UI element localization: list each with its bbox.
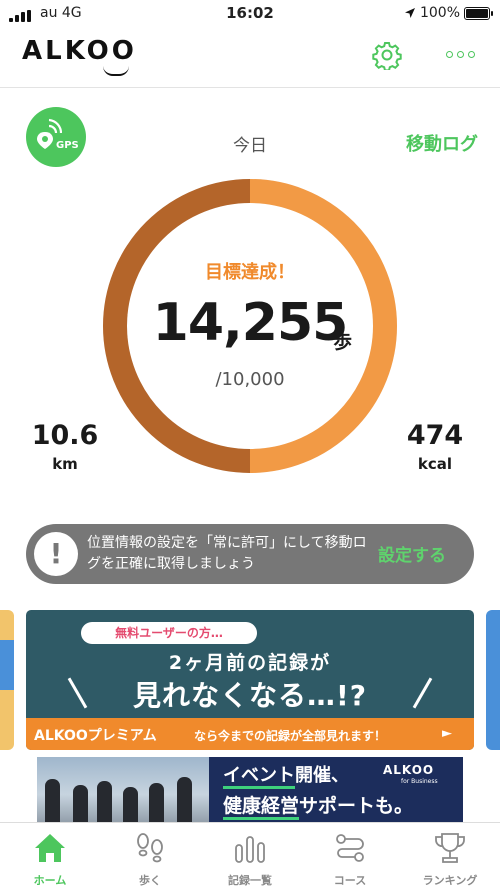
ad-title-2-rest: サポートも。 — [299, 795, 414, 817]
location-arrow-icon — [404, 8, 415, 18]
step-target: /10,000 — [215, 369, 285, 390]
ad-title-2-highlight: 健康経営 — [223, 795, 300, 820]
step-unit: 歩 — [333, 331, 353, 353]
gps-label: GPS — [56, 140, 79, 151]
tab-home[interactable]: ホーム — [0, 823, 100, 889]
bar-chart-icon — [235, 836, 265, 863]
footprints-icon — [137, 833, 163, 863]
distance-value: 10.6 — [31, 420, 99, 451]
business-people-photo — [37, 757, 209, 825]
step-count: 14,255 — [150, 293, 350, 353]
banner-line2: 見れなくなる…!? — [132, 679, 367, 712]
tab-label: 歩く — [139, 874, 161, 887]
premium-brand: ALKOOプレミアム — [34, 728, 157, 744]
tab-label: コース — [333, 874, 367, 887]
period-label: 今日 — [233, 136, 267, 156]
calories-unit: kcal — [417, 455, 453, 473]
gear-icon[interactable] — [372, 40, 402, 70]
app-header: ALKOO — [0, 30, 500, 80]
banner-strip-text: なら今までの記録が全部見れます！ — [194, 729, 387, 743]
tab-label: ランキング — [422, 874, 478, 887]
banner-pill: 無料ユーザーの方… — [81, 622, 257, 644]
tab-label: ホーム — [33, 874, 67, 887]
previous-banner[interactable] — [0, 610, 14, 750]
location-permission-notice[interactable]: ! 位置情報の設定を「常に許可」にして移動ログを正確に取得しましょう 設定する — [26, 524, 474, 584]
tab-ranking[interactable]: ランキング — [400, 823, 500, 889]
ad-brand-sub: for Business — [401, 778, 438, 785]
header-divider — [0, 87, 500, 88]
status-bar: au 4G 16:02 100% — [0, 0, 500, 30]
battery-percent: 100% — [419, 5, 460, 21]
business-ad[interactable]: イベント開催、 健康経営サポートも。 ALKOO for Business — [37, 757, 463, 825]
move-log-link[interactable]: 移動ログ — [362, 130, 478, 156]
arrow-right-icon: ► — [442, 726, 452, 741]
tab-records[interactable]: 記録一覧 — [200, 823, 300, 889]
next-banner[interactable] — [486, 610, 500, 750]
ad-brand: ALKOO — [383, 763, 435, 777]
gps-button[interactable]: GPS — [26, 107, 86, 167]
ad-title-1: イベント開催、 — [223, 761, 349, 789]
exclamation-icon: ! — [34, 532, 78, 576]
calories-stat: 474 kcal — [400, 420, 470, 473]
banner-line1: 2ヶ月前の記録が — [168, 652, 332, 674]
banner-strip: ALKOOプレミアム なら今までの記録が全部見れます！ ► — [26, 718, 474, 750]
ad-title-1-rest: 開催、 — [295, 765, 349, 786]
tab-bar: ホーム 歩く 記録一覧 コース ランキング — [0, 822, 500, 889]
battery-status: 100% — [404, 5, 493, 21]
ad-title-2: 健康経営サポートも。 — [223, 791, 414, 820]
calories-value: 474 — [406, 420, 464, 451]
app-screen: au 4G 16:02 100% ALKOO GPS 今日 移動ログ 目標達成！… — [0, 0, 500, 889]
open-settings-button[interactable]: 設定する — [378, 541, 446, 566]
home-icon — [35, 834, 65, 862]
notice-text: 位置情報の設定を「常に許可」にして移動ログを正確に取得しましょう — [87, 535, 367, 572]
distance-stat: 10.6 km — [30, 420, 100, 473]
tab-walk[interactable]: 歩く — [100, 823, 200, 889]
app-logo: ALKOO — [22, 36, 137, 66]
premium-banner[interactable]: 無料ユーザーの方… 2ヶ月前の記録が 見れなくなる…!? ALKOOプレミアム … — [26, 610, 474, 750]
more-icon[interactable] — [446, 51, 475, 58]
tab-label: 記録一覧 — [228, 874, 272, 887]
battery-icon — [464, 6, 493, 20]
ad-title-1-highlight: イベント — [223, 765, 295, 789]
trophy-icon — [435, 833, 465, 863]
tab-course[interactable]: コース — [300, 823, 400, 889]
route-icon — [336, 834, 364, 862]
goal-message: 目標達成！ — [205, 262, 295, 283]
step-count-value: 14,255 — [152, 293, 349, 353]
distance-unit: km — [52, 455, 78, 473]
logo-smile — [103, 66, 129, 76]
